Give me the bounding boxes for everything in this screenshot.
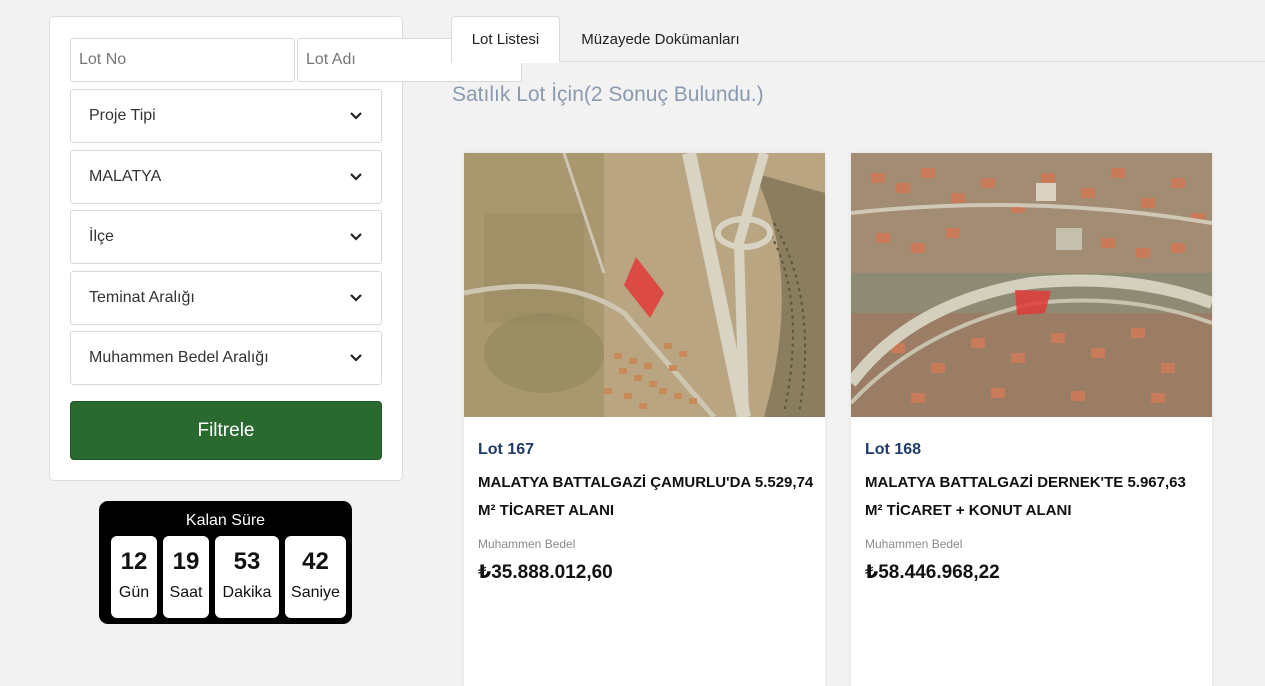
district-select[interactable]: İlçe xyxy=(70,210,382,264)
tab-lot-list[interactable]: Lot Listesi xyxy=(451,16,560,63)
lot-number[interactable]: Lot 167 xyxy=(478,441,534,459)
chevron-down-icon xyxy=(349,291,363,305)
countdown-timer: Kalan Süre 12 Gün 19 Saat 53 Dakika 42 S… xyxy=(99,501,352,624)
city-select[interactable]: MALATYA xyxy=(70,150,382,204)
countdown-hours: 19 Saat xyxy=(163,536,209,618)
countdown-value: 42 xyxy=(302,548,329,575)
select-value: MALATYA xyxy=(89,168,162,185)
results-title: Satılık Lot İçin(2 Sonuç Bulundu.) xyxy=(452,83,764,106)
countdown-unit: Saniye xyxy=(291,584,340,601)
lot-number[interactable]: Lot 168 xyxy=(865,441,921,459)
chevron-down-icon xyxy=(349,109,363,123)
countdown-days: 12 Gün xyxy=(111,536,157,618)
price-label: Muhammen Bedel xyxy=(865,537,963,551)
countdown-title: Kalan Süre xyxy=(185,512,266,529)
countdown-value: 12 xyxy=(120,548,148,575)
filter-button[interactable]: Filtrele xyxy=(70,401,382,460)
countdown-value: 19 xyxy=(172,548,200,575)
lot-price: ₺35.888.012,60 xyxy=(478,562,613,583)
lot-167-satellite-image[interactable] xyxy=(464,153,825,417)
estimated-value-range-select[interactable]: Muhammen Bedel Aralığı xyxy=(70,331,382,385)
lot-title[interactable]: MALATYA BATTALGAZİ DERNEK'TE 5.967,63 M²… xyxy=(865,469,1205,525)
lot-168-satellite-image[interactable] xyxy=(851,153,1212,417)
select-value: İlçe xyxy=(89,228,114,245)
guarantee-range-select[interactable]: Teminat Aralığı xyxy=(70,271,382,325)
chevron-down-icon xyxy=(349,230,363,244)
countdown-seconds: 42 Saniye xyxy=(285,536,346,618)
tab-bar: Lot Listesi Müzayede Dokümanları xyxy=(451,16,1265,63)
price-label: Muhammen Bedel xyxy=(478,537,576,551)
select-value: Muhammen Bedel Aralığı xyxy=(89,349,269,366)
lot-search-row xyxy=(70,38,522,82)
lot-card-168[interactable]: Lot 168 MALATYA BATTALGAZİ DERNEK'TE 5.9… xyxy=(851,153,1212,686)
lot-title[interactable]: MALATYA BATTALGAZİ ÇAMURLU'DA 5.529,74 M… xyxy=(478,469,818,525)
countdown-unit: Gün xyxy=(118,584,150,601)
tab-auction-documents[interactable]: Müzayede Dokümanları xyxy=(563,16,758,62)
countdown-unit: Dakika xyxy=(222,584,272,601)
project-type-select[interactable]: Proje Tipi xyxy=(70,89,382,143)
countdown-unit: Saat xyxy=(169,584,203,601)
countdown-minutes: 53 Dakika xyxy=(215,536,279,618)
lot-price: ₺58.446.968,22 xyxy=(865,562,1000,583)
countdown-value: 53 xyxy=(233,548,261,575)
lot-card-167[interactable]: Lot 167 MALATYA BATTALGAZİ ÇAMURLU'DA 5.… xyxy=(464,153,825,686)
filter-panel: Proje Tipi MALATYA İlçe Teminat Aralığı … xyxy=(49,16,522,481)
select-value: Proje Tipi xyxy=(89,107,156,124)
chevron-down-icon xyxy=(349,170,363,184)
chevron-down-icon xyxy=(349,351,363,365)
select-value: Teminat Aralığı xyxy=(89,289,195,306)
lot-no-input[interactable] xyxy=(70,38,295,82)
